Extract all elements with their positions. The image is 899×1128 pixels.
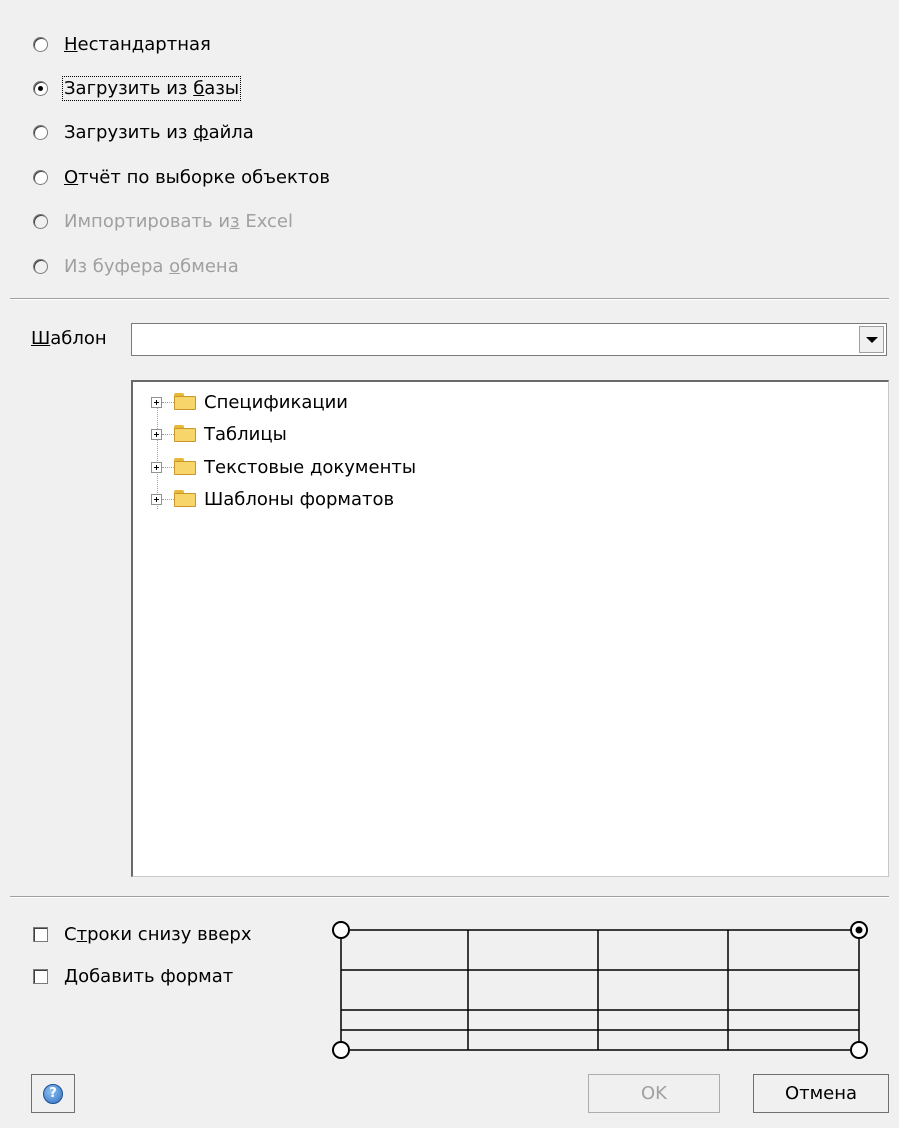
table-origin-diagram	[332, 921, 868, 1059]
radio-nonstandard[interactable]: Нестандартная	[33, 31, 211, 57]
radio-import-excel: Импортировать из Excel	[33, 208, 293, 234]
template-tree[interactable]: Спецификации Таблицы Текстовые документы…	[131, 380, 889, 877]
radio-load-from-database-indicator[interactable]	[33, 80, 48, 96]
radio-from-clipboard: Из буфера обмена	[33, 253, 239, 279]
radio-load-from-database[interactable]: Загрузить из базы	[33, 75, 242, 101]
corner-top-left[interactable]	[332, 921, 350, 939]
folder-icon	[174, 458, 198, 476]
checkbox-add-format-box[interactable]	[33, 968, 48, 984]
checkbox-add-format[interactable]: Добавить формат	[33, 963, 233, 989]
tree-branch-line	[162, 401, 174, 403]
radio-from-clipboard-label: Из буфера обмена	[64, 255, 239, 277]
checkbox-rows-bottom-up[interactable]: Строки снизу вверх	[33, 921, 252, 947]
chevron-down-icon	[865, 336, 878, 343]
checkbox-rows-bottom-up-label: Строки снизу вверх	[64, 923, 252, 945]
tree-item-label: Спецификации	[204, 391, 348, 413]
tree-item-text-documents[interactable]: Текстовые документы	[151, 451, 416, 483]
separator-bottom	[10, 896, 889, 898]
radio-object-selection-report-indicator[interactable]	[33, 169, 48, 185]
folder-icon	[174, 425, 198, 443]
radio-nonstandard-indicator[interactable]	[33, 36, 48, 52]
expand-icon[interactable]	[151, 493, 162, 505]
corner-top-right[interactable]	[850, 921, 868, 939]
radio-import-excel-label: Импортировать из Excel	[64, 210, 294, 232]
radio-load-from-database-label: Загрузить из базы	[61, 75, 242, 101]
template-label: Шаблон	[31, 328, 107, 349]
checkbox-add-format-label: Добавить формат	[64, 965, 234, 987]
corner-bottom-left[interactable]	[332, 1041, 350, 1059]
tree-item-label: Шаблоны форматов	[204, 488, 395, 510]
radio-object-selection-report-label: Отчёт по выборке объектов	[64, 166, 330, 188]
tree-item-label: Таблицы	[204, 423, 287, 445]
radio-nonstandard-label: Нестандартная	[64, 33, 211, 55]
tree-branch-line	[162, 498, 174, 500]
tree-item-specifications[interactable]: Спецификации	[151, 386, 348, 418]
tree-branch-line	[162, 433, 174, 435]
tree-item-format-templates[interactable]: Шаблоны форматов	[151, 483, 394, 515]
radio-from-clipboard-indicator	[33, 258, 48, 274]
expand-icon[interactable]	[151, 428, 162, 440]
ok-button[interactable]: OK	[588, 1074, 720, 1113]
help-icon: ?	[43, 1083, 63, 1104]
expand-icon[interactable]	[151, 396, 162, 408]
tree-item-tables[interactable]: Таблицы	[151, 418, 287, 450]
folder-icon	[174, 490, 198, 508]
tree-branch-line	[162, 466, 174, 468]
radio-object-selection-report[interactable]: Отчёт по выборке объектов	[33, 164, 330, 190]
radio-load-from-file[interactable]: Загрузить из файла	[33, 119, 254, 145]
cancel-button[interactable]: Отмена	[753, 1074, 889, 1113]
tree-item-label: Текстовые документы	[204, 456, 417, 478]
expand-icon[interactable]	[151, 461, 162, 473]
folder-icon	[174, 393, 198, 411]
corner-bottom-right[interactable]	[850, 1041, 868, 1059]
separator-top	[10, 298, 889, 300]
template-combobox[interactable]	[131, 323, 887, 356]
radio-load-from-file-label: Загрузить из файла	[64, 121, 254, 143]
checkbox-rows-bottom-up-box[interactable]	[33, 926, 48, 942]
help-button[interactable]: ?	[31, 1074, 75, 1113]
radio-load-from-file-indicator[interactable]	[33, 124, 48, 140]
radio-import-excel-indicator	[33, 213, 48, 229]
template-dropdown-button[interactable]	[859, 326, 884, 353]
